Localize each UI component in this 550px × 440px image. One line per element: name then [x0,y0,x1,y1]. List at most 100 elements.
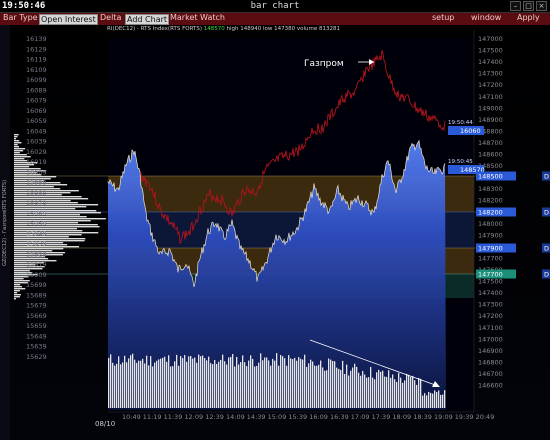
minimize-icon[interactable]: – [510,1,521,11]
right-axis-tick-label: 149000 [478,104,503,112]
menu-delta[interactable]: Delta [99,13,122,25]
volume-bar [404,380,406,408]
menu-window[interactable]: window [470,13,502,25]
volume-bar [372,377,374,408]
volume-bar [136,362,138,408]
volume-bar [140,360,142,408]
volume-bar [364,374,366,408]
volume-bar [286,365,288,408]
volume-bar [264,357,266,408]
volume-bar [252,358,254,408]
menu-open-interest[interactable]: Open Interest [39,14,98,25]
menu-bar-type[interactable]: Bar Type [2,13,39,25]
right-axis-tick-label: 147300 [478,301,503,309]
volume-bar [212,364,214,408]
x-axis-tick-label: 18:09 [392,413,411,421]
volume-bar [436,392,438,408]
volume-bar [232,353,234,408]
volume-bar [444,390,446,408]
volume-bar [258,362,260,408]
volume-bar [214,359,216,408]
volume-bar [170,366,172,408]
price-tag-time: 19:50:44 [448,120,473,126]
volume-bar [184,355,186,408]
volume-bar [238,364,240,408]
volume-bar [244,362,246,408]
x-axis-tick-label: 20:49 [476,413,495,421]
right-axis-tick-label: 147100 [478,324,503,332]
x-axis-tick-label: 17:09 [351,413,370,421]
volume-bar [206,360,208,408]
left-axis-tick-label: 15939 [26,240,47,248]
volume-bar [242,355,244,408]
volume-bar [128,358,130,408]
volume-bar [390,377,392,408]
volume-bar [330,359,332,408]
volume-profile-bar [14,166,30,168]
left-axis-tick-label: 16079 [26,97,47,105]
session-high: high 148940 [226,26,262,32]
volume-bar [384,376,386,408]
x-axis-tick-label: 14:09 [226,413,245,421]
volume-bar [368,377,370,408]
left-axis-tick-label: 16039 [26,138,47,146]
close-icon[interactable]: × [536,1,547,11]
volume-bar [322,367,324,408]
volume-bar [116,363,118,408]
volume-profile-bar [14,134,19,136]
volume-bar [318,364,320,408]
right-axis-tick-label: 147100 [478,93,503,101]
volume-bar [360,375,362,408]
volume-bar [376,372,378,408]
volume-bar [220,359,222,408]
volume-bar [246,366,248,408]
menu-setup[interactable]: setup [431,13,455,25]
volume-bar [168,355,170,408]
volume-profile-bar [14,294,21,296]
volume-bar [314,365,316,408]
volume-bar [250,355,252,408]
volume-bar [262,360,264,408]
right-axis-tick-label: 147400 [478,289,503,297]
price-tag-time: 19:50:45 [448,159,473,165]
volume-bar [430,392,432,408]
volume-bar [400,377,402,408]
x-axis-tick-label: 15:39 [288,413,307,421]
volume-bar [226,364,228,408]
price-chart[interactable]: 16139 16129 16119 16109 16099 16089 16079 16069… [0,25,550,440]
volume-bar [304,354,306,408]
volume-bar [124,355,126,408]
menu-market-watch[interactable]: Market Watch [169,13,226,25]
volume-bar [344,373,346,408]
volume-bar [412,375,414,408]
x-axis-tick-label: 15:09 [268,413,287,421]
volume-bar [172,366,174,408]
maximize-icon[interactable]: □ [523,1,534,11]
volume-profile-bar [14,230,83,232]
left-axis-tick-label: 16019 [26,158,47,166]
right-axis-tick-label: 147900 [478,231,503,239]
volume-bar [294,357,296,408]
volume-bar [194,357,196,408]
left-axis-tick-label: 16099 [26,76,47,84]
left-axis-tick-label: 15969 [26,209,47,217]
level-tag-value: 148200 [478,209,503,217]
x-axis-tick-label: 19:09 [434,413,453,421]
volume-bar [132,353,134,408]
menu-add-chart[interactable]: Add Chart [125,14,170,25]
volume-bar [388,370,390,408]
volume-bar [392,374,394,408]
left-axis-tick-label: 15629 [26,353,47,361]
volume-bar [156,360,158,408]
volume-bar [332,360,334,408]
volume-bar [346,364,348,408]
menu-apply[interactable]: Apply [516,13,541,25]
volume-profile-bar [14,196,82,198]
right-axis-tick-label: 148200 [478,197,503,205]
level-tag-value: 147900 [478,245,503,253]
x-axis-tick-label: 19:39 [455,413,474,421]
volume-bar [218,361,220,408]
volume-bar [358,372,360,408]
volume-bar [150,356,152,408]
volume-bar [198,354,200,408]
